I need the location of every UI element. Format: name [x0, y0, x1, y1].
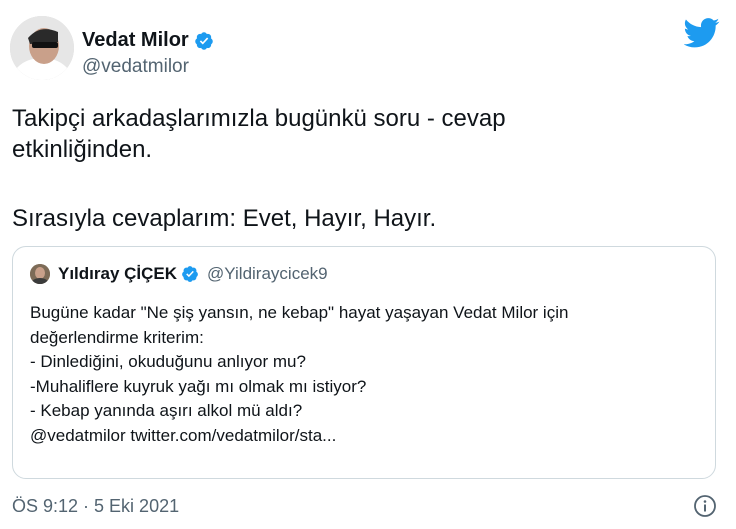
- tweet-text-line: Sırasıyla cevaplarım: Evet, Hayır, Hayır…: [12, 205, 437, 232]
- tweet-text-line: etkinliğinden.: [12, 136, 153, 163]
- quoted-text-line: değerlendirme kriterim:: [30, 327, 204, 347]
- tweet-text: Takipçi arkadaşlarımızla bugünkü soru - …: [12, 103, 712, 232]
- author-name[interactable]: Vedat Milor: [82, 29, 189, 52]
- quoted-text-line: Bugüne kadar "Ne şiş yansın, ne kebap" h…: [30, 303, 569, 322]
- quoted-tweet-card[interactable]: Yıldıray ÇİÇEK @Yildiraycicek9 Bugüne ka…: [12, 246, 716, 479]
- verified-badge-icon: [182, 266, 198, 282]
- quoted-author-handle[interactable]: @Yildiraycicek9: [207, 264, 328, 284]
- tweet-timestamp[interactable]: ÖS 9:12 · 5 Eki 2021: [12, 496, 179, 517]
- quoted-author-name[interactable]: Yıldıray ÇİÇEK: [58, 264, 177, 284]
- twitter-bird-icon[interactable]: [684, 18, 720, 48]
- quoted-author-photo-icon: [30, 264, 50, 284]
- quoted-text-link-line[interactable]: @vedatmilor twitter.com/vedatmilor/sta..…: [30, 424, 710, 449]
- info-icon[interactable]: [693, 494, 717, 518]
- tweet-text-line: Takipçi arkadaşlarımızla bugünkü soru - …: [12, 105, 506, 132]
- author-avatar[interactable]: [10, 16, 74, 80]
- quoted-text-line: -Muhaliflere kuyruk yağı mı olmak mı ist…: [30, 376, 367, 396]
- author-handle[interactable]: @vedatmilor: [82, 56, 189, 78]
- quoted-author-avatar[interactable]: [30, 264, 50, 284]
- verified-badge-icon: [194, 31, 213, 50]
- quoted-text-line: - Dinlediğini, okuduğunu anlıyor mu?: [30, 352, 306, 371]
- quoted-text-line: - Kebap yanında aşırı alkol mü aldı?: [30, 401, 303, 420]
- author-photo-icon: [10, 16, 74, 80]
- quoted-tweet-text: Bugüne kadar "Ne şiş yansın, ne kebap" h…: [30, 301, 710, 448]
